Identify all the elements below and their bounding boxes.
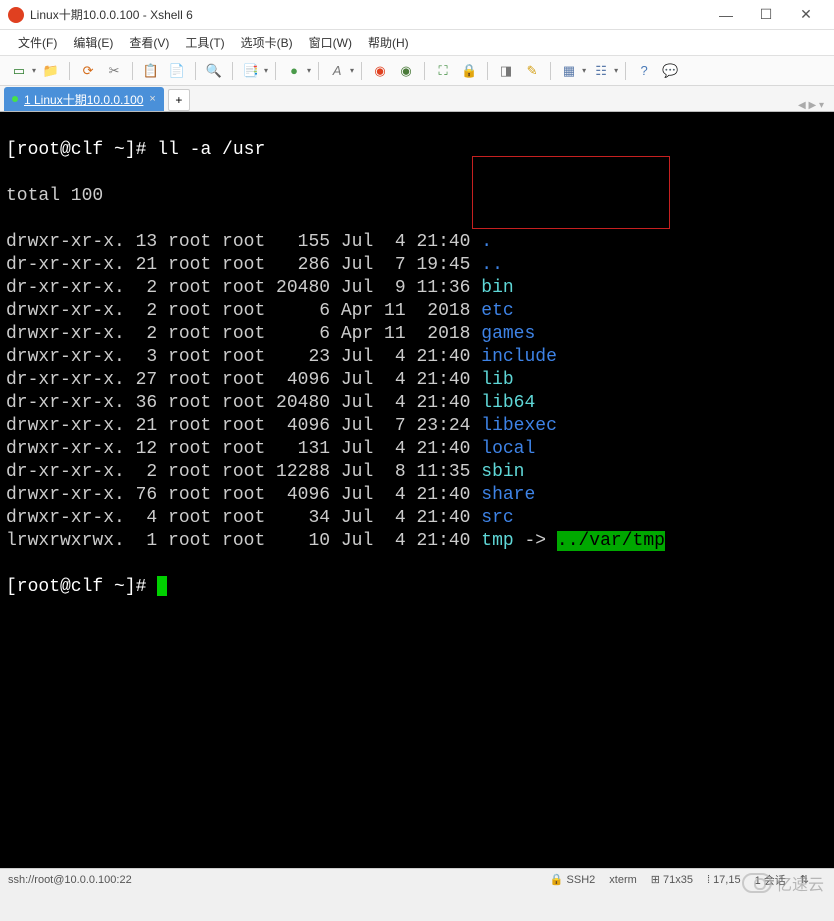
menu-help[interactable]: 帮助(H) [360, 31, 417, 54]
ls-row: drwxr-xr-x. 2 root root 6 Apr 11 2018 ga… [6, 323, 828, 346]
color-scheme-icon[interactable]: ● [283, 60, 305, 82]
xftp-icon[interactable]: ◉ [395, 60, 417, 82]
ls-row: dr-xr-xr-x. 36 root root 20480 Jul 4 21:… [6, 392, 828, 415]
help-icon[interactable]: ? [633, 60, 655, 82]
maximize-button[interactable]: ☐ [746, 0, 786, 30]
tab-label: 1 Linux十期10.0.0.100 [24, 91, 143, 108]
menu-file[interactable]: 文件(F) [10, 31, 65, 54]
xagent-icon[interactable]: ◉ [369, 60, 391, 82]
connection-status-icon [12, 96, 18, 102]
ls-row: lrwxrwxrwx. 1 root root 10 Jul 4 21:40 t… [6, 530, 828, 553]
ls-row: drwxr-xr-x. 4 root root 34 Jul 4 21:40 s… [6, 507, 828, 530]
statusbar: ssh://root@10.0.0.100:22 🔒SSH2 xterm ⊞ 7… [0, 868, 834, 890]
menu-tabs[interactable]: 选项卡(B) [233, 31, 301, 54]
search-icon[interactable]: 🔍 [203, 60, 225, 82]
session-tab[interactable]: 1 Linux十期10.0.0.100 × [4, 87, 164, 111]
window-title: Linux十期10.0.0.100 - Xshell 6 [30, 6, 706, 23]
ls-row: dr-xr-xr-x. 21 root root 286 Jul 7 19:45… [6, 254, 828, 277]
app-icon [8, 7, 24, 23]
tab-add-button[interactable]: + [168, 89, 190, 111]
status-term: xterm [609, 874, 637, 886]
cursor [157, 576, 167, 596]
minimize-button[interactable]: — [706, 0, 746, 30]
ls-row: dr-xr-xr-x. 2 root root 20480 Jul 9 11:3… [6, 277, 828, 300]
copy-icon[interactable]: 📋 [140, 60, 162, 82]
ls-row: drwxr-xr-x. 76 root root 4096 Jul 4 21:4… [6, 484, 828, 507]
menu-view[interactable]: 查看(V) [121, 31, 177, 54]
total-line: total 100 [6, 185, 828, 208]
close-button[interactable]: ✕ [786, 0, 826, 30]
ls-row: dr-xr-xr-x. 2 root root 12288 Jul 8 11:3… [6, 461, 828, 484]
titlebar: Linux十期10.0.0.100 - Xshell 6 — ☐ ✕ [0, 0, 834, 30]
status-sessions: 1 会话 [755, 872, 786, 888]
status-size: 71x35 [663, 874, 693, 886]
menu-edit[interactable]: 编辑(E) [65, 31, 121, 54]
menu-tools[interactable]: 工具(T) [177, 31, 232, 54]
prompt: [root@clf ~]# [6, 140, 157, 160]
toolbar: ▭▾ 📁 ⟳ ✂ 📋 📄 🔍 📑▾ ●▾ A▾ ◉ ◉ ⛶ 🔒 ◨ ✎ ▦▾ ☷… [0, 56, 834, 86]
tabbar: 1 Linux十期10.0.0.100 × + ◀ ▶ ▾ [0, 86, 834, 112]
lock-status-icon: 🔒 [550, 873, 564, 886]
tab-nav-arrows[interactable]: ◀ ▶ ▾ [798, 100, 830, 111]
status-pos: 17,15 [713, 874, 741, 886]
tab-close-icon[interactable]: × [149, 93, 155, 105]
properties-icon[interactable]: 📑 [240, 60, 262, 82]
status-ssh: SSH2 [567, 874, 596, 886]
ls-row: drwxr-xr-x. 12 root root 131 Jul 4 21:40… [6, 438, 828, 461]
pos-icon: ⁞ [707, 874, 710, 886]
new-session-icon[interactable]: ▭ [8, 60, 30, 82]
ls-row: drwxr-xr-x. 3 root root 23 Jul 4 21:40 i… [6, 346, 828, 369]
status-connection: ssh://root@10.0.0.100:22 [8, 874, 536, 886]
tile-v-icon[interactable]: ☷ [590, 60, 612, 82]
ls-row: drwxr-xr-x. 13 root root 155 Jul 4 21:40… [6, 231, 828, 254]
terminal[interactable]: [root@clf ~]# ll -a /usr total 100 drwxr… [0, 112, 834, 868]
open-icon[interactable]: 📁 [40, 60, 62, 82]
disconnect-icon[interactable]: ✂ [103, 60, 125, 82]
size-icon: ⊞ [651, 873, 660, 886]
ls-row: dr-xr-xr-x. 27 root root 4096 Jul 4 21:4… [6, 369, 828, 392]
paste-icon[interactable]: 📄 [166, 60, 188, 82]
menubar: 文件(F) 编辑(E) 查看(V) 工具(T) 选项卡(B) 窗口(W) 帮助(… [0, 30, 834, 56]
font-icon[interactable]: A [326, 60, 348, 82]
reconnect-icon[interactable]: ⟳ [77, 60, 99, 82]
fullscreen-icon[interactable]: ⛶ [432, 60, 454, 82]
transparency-icon[interactable]: ◨ [495, 60, 517, 82]
command: ll -a /usr [157, 140, 265, 160]
lock-icon[interactable]: 🔒 [458, 60, 480, 82]
highlight-icon[interactable]: ✎ [521, 60, 543, 82]
menu-window[interactable]: 窗口(W) [301, 31, 360, 54]
ls-row: drwxr-xr-x. 21 root root 4096 Jul 7 23:2… [6, 415, 828, 438]
chat-icon[interactable]: 💬 [659, 60, 681, 82]
ls-row: drwxr-xr-x. 2 root root 6 Apr 11 2018 et… [6, 300, 828, 323]
prompt: [root@clf ~]# [6, 577, 157, 597]
traffic-icon: ⇅ [800, 873, 809, 886]
tile-h-icon[interactable]: ▦ [558, 60, 580, 82]
